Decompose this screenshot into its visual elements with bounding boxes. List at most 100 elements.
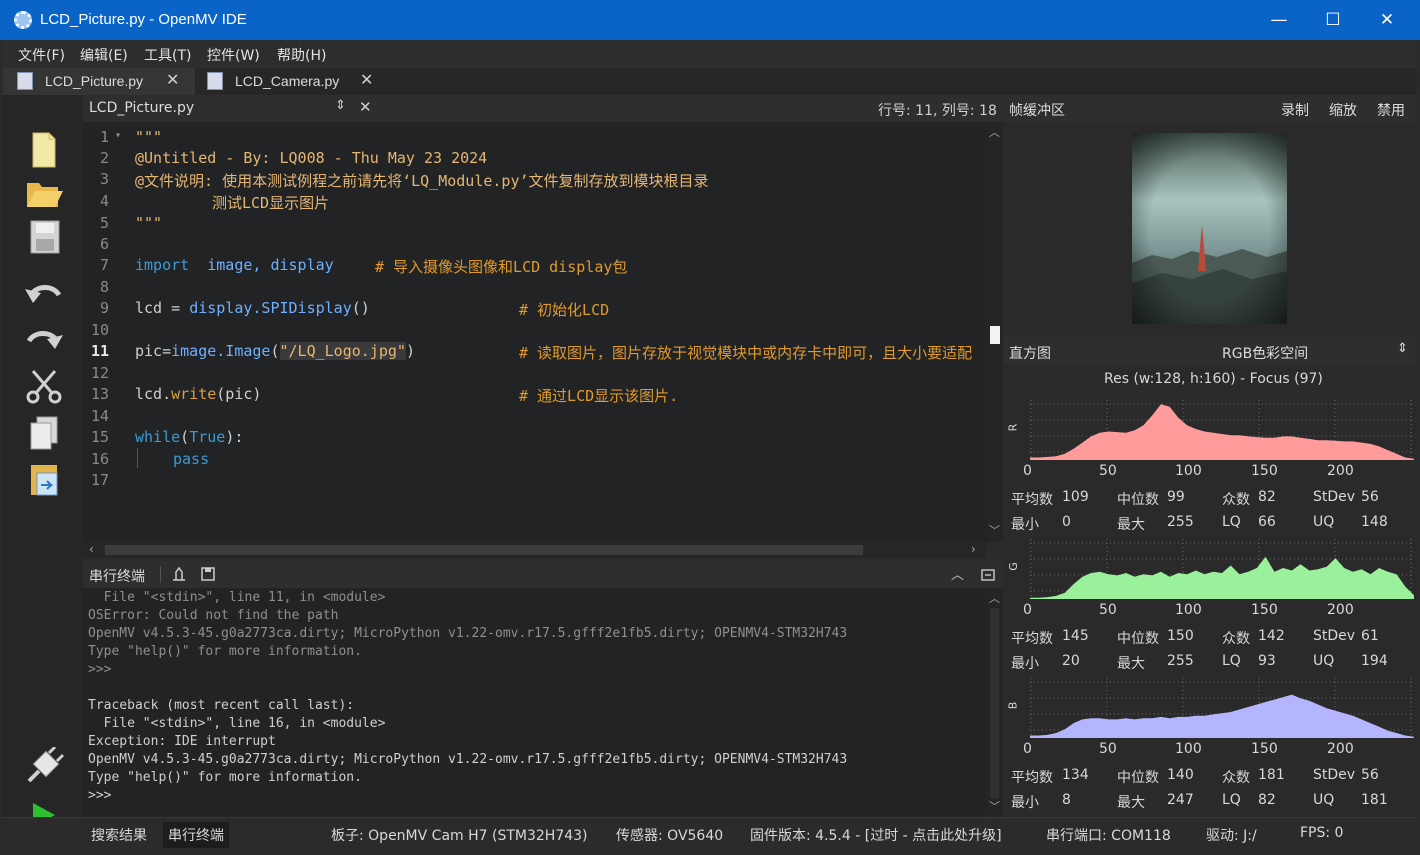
framebuffer-title: 帧缓冲区 <box>1009 103 1065 119</box>
search-results-tab[interactable]: 搜索结果 <box>91 825 147 845</box>
stat-text: 众数 <box>1222 770 1250 786</box>
stat-text: 中位数 <box>1117 492 1159 508</box>
stat-text: 255 <box>1167 514 1194 530</box>
menu-help[interactable]: 帮助(H) <box>277 45 326 65</box>
stat-text: 56 <box>1361 489 1379 505</box>
stat-text: 66 <box>1258 514 1276 530</box>
axis-tick-label: 100 <box>1175 741 1202 757</box>
terminal-line: Exception: IDE interrupt <box>88 734 276 749</box>
stat-text: 142 <box>1258 628 1285 644</box>
sensor-info: 传感器: OV5640 <box>616 828 724 844</box>
paste-icon[interactable] <box>23 459 65 499</box>
code-line-13: lcd.write(pic) <box>135 385 262 403</box>
scroll-down-icon[interactable]: ﹀ <box>989 798 1000 814</box>
stat-text: 最大 <box>1117 656 1145 672</box>
scroll-up-icon[interactable]: ︿ <box>989 124 1000 140</box>
stat-text: 中位数 <box>1117 770 1159 786</box>
code-line-9: lcd = display.SPIDisplay() <box>135 299 370 317</box>
menu-widgets[interactable]: 控件(W) <box>207 45 260 65</box>
menu-tools[interactable]: 工具(T) <box>144 45 191 65</box>
firmware-info[interactable]: 固件版本: 4.5.4 - [过时 - 点击此处升级] <box>750 825 1002 845</box>
stat-text: 最大 <box>1117 517 1145 533</box>
code-editor[interactable]: 1 2 3 4 5 6 7 8 9 10 11 12 13 14 15 16 1… <box>83 122 986 542</box>
line-number: 6 <box>99 235 109 253</box>
histogram-area <box>1030 694 1414 738</box>
scroll-right-icon[interactable]: › <box>971 542 976 556</box>
scroll-thumb[interactable] <box>990 326 1000 344</box>
terminal-line: Type "help()" for more information. <box>88 770 362 785</box>
tab-lcd-picture[interactable]: LCD_Picture.py ✕ <box>3 68 195 95</box>
zoom-button[interactable]: 缩放 <box>1329 100 1357 120</box>
line-number: 15 <box>90 428 109 446</box>
undo-icon[interactable] <box>23 275 65 315</box>
clear-terminal-icon[interactable] <box>171 566 187 582</box>
stat-text: LQ <box>1222 653 1241 669</box>
file-switch-chevron-icon[interactable]: ⇕ <box>335 98 346 113</box>
fold-arrow-icon[interactable]: ▾ <box>115 130 121 141</box>
menu-edit[interactable]: 编辑(E) <box>80 45 128 65</box>
connect-icon[interactable] <box>23 747 65 787</box>
file-tab-bar: LCD_Picture.py ✕ LCD_Camera.py ✕ <box>3 68 1417 95</box>
indent-guide <box>137 448 138 468</box>
new-file-icon[interactable] <box>23 129 65 169</box>
axis-tick-label: 200 <box>1327 602 1354 618</box>
line-number: 17 <box>90 471 109 489</box>
histogram-channel-b: B 0 50 100 150 200 平均数 134 中位数 140 众数 181 StDev 56 最小 8… <box>1003 671 1417 811</box>
serial-terminal-output[interactable]: File "<stdin>", line 11, in <module> OSE… <box>83 588 986 817</box>
colorspace-select[interactable]: RGB色彩空间 <box>1222 343 1308 363</box>
histogram-plot <box>1030 400 1414 460</box>
stat-text: 145 <box>1062 628 1089 644</box>
editor-filename[interactable]: LCD_Picture.py <box>89 100 194 116</box>
float-panel-icon[interactable] <box>981 568 995 582</box>
cut-icon[interactable] <box>23 367 65 407</box>
close-editor-icon[interactable]: ✕ <box>359 98 372 116</box>
scroll-down-icon[interactable]: ﹀ <box>989 522 1000 538</box>
stat-text: StDev <box>1313 767 1356 783</box>
stat-text: 平均数 <box>1011 631 1053 647</box>
hscroll-thumb[interactable] <box>105 545 863 555</box>
stat-text: 众数 <box>1222 492 1250 508</box>
close-button[interactable]: ✕ <box>1360 0 1414 40</box>
serial-terminal-tab[interactable]: 串行终端 <box>163 822 229 848</box>
axis-tick-label: 50 <box>1099 602 1117 618</box>
maximize-button[interactable]: ☐ <box>1306 0 1360 40</box>
scroll-left-icon[interactable]: ‹ <box>89 542 94 556</box>
window-title: LCD_Picture.py - OpenMV IDE <box>40 11 247 28</box>
stat-text: 平均数 <box>1011 492 1053 508</box>
select-chevron-icon[interactable]: ⇕ <box>1397 341 1408 356</box>
save-terminal-icon[interactable] <box>200 566 216 582</box>
terminal-scrollbar[interactable]: ︿ ﹀ <box>986 588 1003 817</box>
disable-button[interactable]: 禁用 <box>1377 100 1405 120</box>
tab-lcd-camera[interactable]: LCD_Camera.py ✕ <box>193 68 383 95</box>
minimize-button[interactable]: — <box>1252 0 1306 40</box>
stat-text: 247 <box>1167 792 1194 808</box>
scroll-thumb[interactable] <box>990 608 999 798</box>
tab-close-icon[interactable]: ✕ <box>360 68 373 94</box>
menu-file[interactable]: 文件(F) <box>18 45 65 65</box>
editor-header: LCD_Picture.py ⇕ ✕ 行号: 11, 列号: 18 <box>83 95 1003 122</box>
line-number: 9 <box>99 299 109 317</box>
editor-horizontal-scrollbar[interactable]: ‹ › <box>83 542 986 558</box>
save-file-icon[interactable] <box>23 217 65 257</box>
code-comment: # 读取图片，图片存放于视觉模块中或内存卡中即可，且大小要适配 <box>519 344 973 362</box>
keyword: import <box>135 256 190 274</box>
line-number: 13 <box>90 385 109 403</box>
axis-tick-label: 50 <box>1099 741 1117 757</box>
stat-text: LQ <box>1222 792 1241 808</box>
line-number: 8 <box>99 278 109 296</box>
stat-text: 平均数 <box>1011 770 1053 786</box>
histogram-area <box>1030 556 1414 599</box>
open-file-icon[interactable] <box>23 173 65 213</box>
stat-text: 中位数 <box>1117 631 1159 647</box>
tab-label: LCD_Camera.py <box>235 73 340 89</box>
scroll-up-icon[interactable]: ︿ <box>989 590 1000 606</box>
serial-port-info: 串行端口: COM118 <box>1046 828 1171 844</box>
stat-text: 150 <box>1167 628 1194 644</box>
tab-close-icon[interactable]: ✕ <box>166 68 179 94</box>
editor-vertical-scrollbar[interactable]: ︿ ﹀ <box>986 122 1003 542</box>
redo-icon[interactable] <box>23 321 65 361</box>
collapse-up-icon[interactable]: ︿ <box>951 564 964 583</box>
stat-text: UQ <box>1313 653 1335 669</box>
copy-icon[interactable] <box>23 413 65 453</box>
record-button[interactable]: 录制 <box>1281 100 1309 120</box>
